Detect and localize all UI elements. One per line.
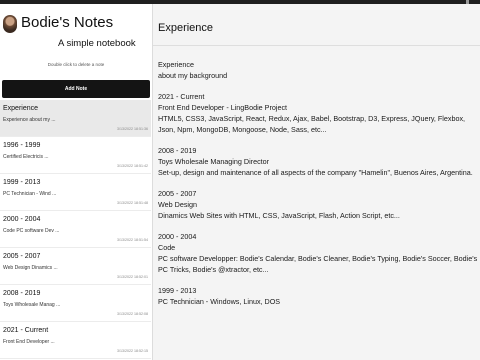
text-line: Front End Developer - LingBodie Project <box>158 103 288 112</box>
note-item-2000-2004[interactable]: 2000 - 2004 Code PC software Dev ... 3/1… <box>0 211 151 248</box>
text-line: Toys Wholesale Managing Director <box>158 157 270 166</box>
note-date: 3/13/2022 18:51:36 <box>117 127 148 131</box>
note-item-1996-1999[interactable]: 1996 - 1999 Certified Electricis ... 3/1… <box>0 137 151 174</box>
note-title-field[interactable]: Experience <box>158 21 213 35</box>
note-preview: Certified Electricis ... <box>3 154 49 160</box>
note-date: 3/13/2022 18:51:54 <box>117 238 148 242</box>
app-subtitle: A simple notebook <box>58 38 136 49</box>
note-preview: Code PC software Dev ... <box>3 228 60 234</box>
note-title: 1996 - 1999 <box>3 142 41 149</box>
note-item-1999-2013[interactable]: 1999 - 2013 PC Technician - Wind ... 3/1… <box>0 174 151 211</box>
paragraph-2008-2019: 2008 - 2019 Toys Wholesale Managing Dire… <box>158 145 478 178</box>
text-line: 2021 - Current <box>158 92 205 101</box>
note-title: 1999 - 2013 <box>3 179 41 186</box>
note-date: 3/13/2022 18:51:48 <box>117 201 148 205</box>
paragraph-2000-2004: 2000 - 2004 Code PC software Developper:… <box>158 231 478 275</box>
note-list: Experience Experience about my ... 3/13/… <box>0 100 151 359</box>
app-title: Bodie's Notes <box>21 14 114 31</box>
note-item-experience[interactable]: Experience Experience about my ... 3/13/… <box>0 100 151 137</box>
note-title: 2005 - 2007 <box>3 253 41 260</box>
avatar <box>3 15 17 33</box>
note-title: 2000 - 2004 <box>3 216 41 223</box>
paragraph-experience: Experience about my background <box>158 59 478 81</box>
note-item-2021-current[interactable]: 2021 - Current Front End Developer ... 3… <box>0 322 151 359</box>
note-preview: PC Technician - Wind ... <box>3 191 57 197</box>
text-line: 2005 - 2007 <box>158 189 197 198</box>
note-body-textarea[interactable]: Experience about my background 2021 - Cu… <box>158 59 478 317</box>
text-line: about my background <box>158 71 228 80</box>
text-line: 1999 - 2013 <box>158 286 197 295</box>
note-preview: Front End Developer ... <box>3 339 55 345</box>
note-preview: Experience about my ... <box>3 117 56 123</box>
note-title: 2008 - 2019 <box>3 290 41 297</box>
note-date: 3/13/2022 18:52:15 <box>117 349 148 353</box>
text-line: Code <box>158 243 176 252</box>
text-line: Web Design <box>158 200 198 209</box>
note-title: 2021 - Current <box>3 327 49 334</box>
note-preview: Toys Wholesale Manag ... <box>3 302 61 308</box>
note-date: 3/13/2022 18:51:42 <box>117 164 148 168</box>
text-line: HTML5, CSS3, JavaScript, React, Redux, A… <box>158 114 466 134</box>
note-date: 3/13/2022 18:52:08 <box>117 312 148 316</box>
note-preview: Web Design Dinamics ... <box>3 265 58 271</box>
text-line: 2008 - 2019 <box>158 146 197 155</box>
delete-hint: Double click to delete a note <box>47 62 105 67</box>
paragraph-1999-2013: 1999 - 2013 PC Technician - Windows, Lin… <box>158 285 478 307</box>
note-title: Experience <box>3 105 39 112</box>
sidebar: Bodie's Notes A simple notebook Double c… <box>0 4 153 360</box>
paragraph-2005-2007: 2005 - 2007 Web Design Dinamics Web Site… <box>158 188 478 221</box>
text-line: 2000 - 2004 <box>158 232 197 241</box>
text-line: Dinamics Web Sites with HTML, CSS, JavaS… <box>158 211 400 220</box>
note-editor: Experience Experience about my backgroun… <box>153 4 480 360</box>
note-item-2005-2007[interactable]: 2005 - 2007 Web Design Dinamics ... 3/13… <box>0 248 151 285</box>
text-line: Experience <box>158 60 194 69</box>
text-line: Set-up, design and maintenance of all as… <box>158 168 473 177</box>
note-item-2008-2019[interactable]: 2008 - 2019 Toys Wholesale Manag ... 3/1… <box>0 285 151 322</box>
add-note-button[interactable]: Add Note <box>2 80 150 98</box>
text-line: PC software Developper: Bodie's Calendar… <box>158 254 478 274</box>
paragraph-2021-current: 2021 - Current Front End Developer - Lin… <box>158 91 478 135</box>
text-line: PC Technician - Windows, Linux, DOS <box>158 297 281 306</box>
note-date: 3/13/2022 18:52:01 <box>117 275 148 279</box>
divider <box>153 45 480 46</box>
